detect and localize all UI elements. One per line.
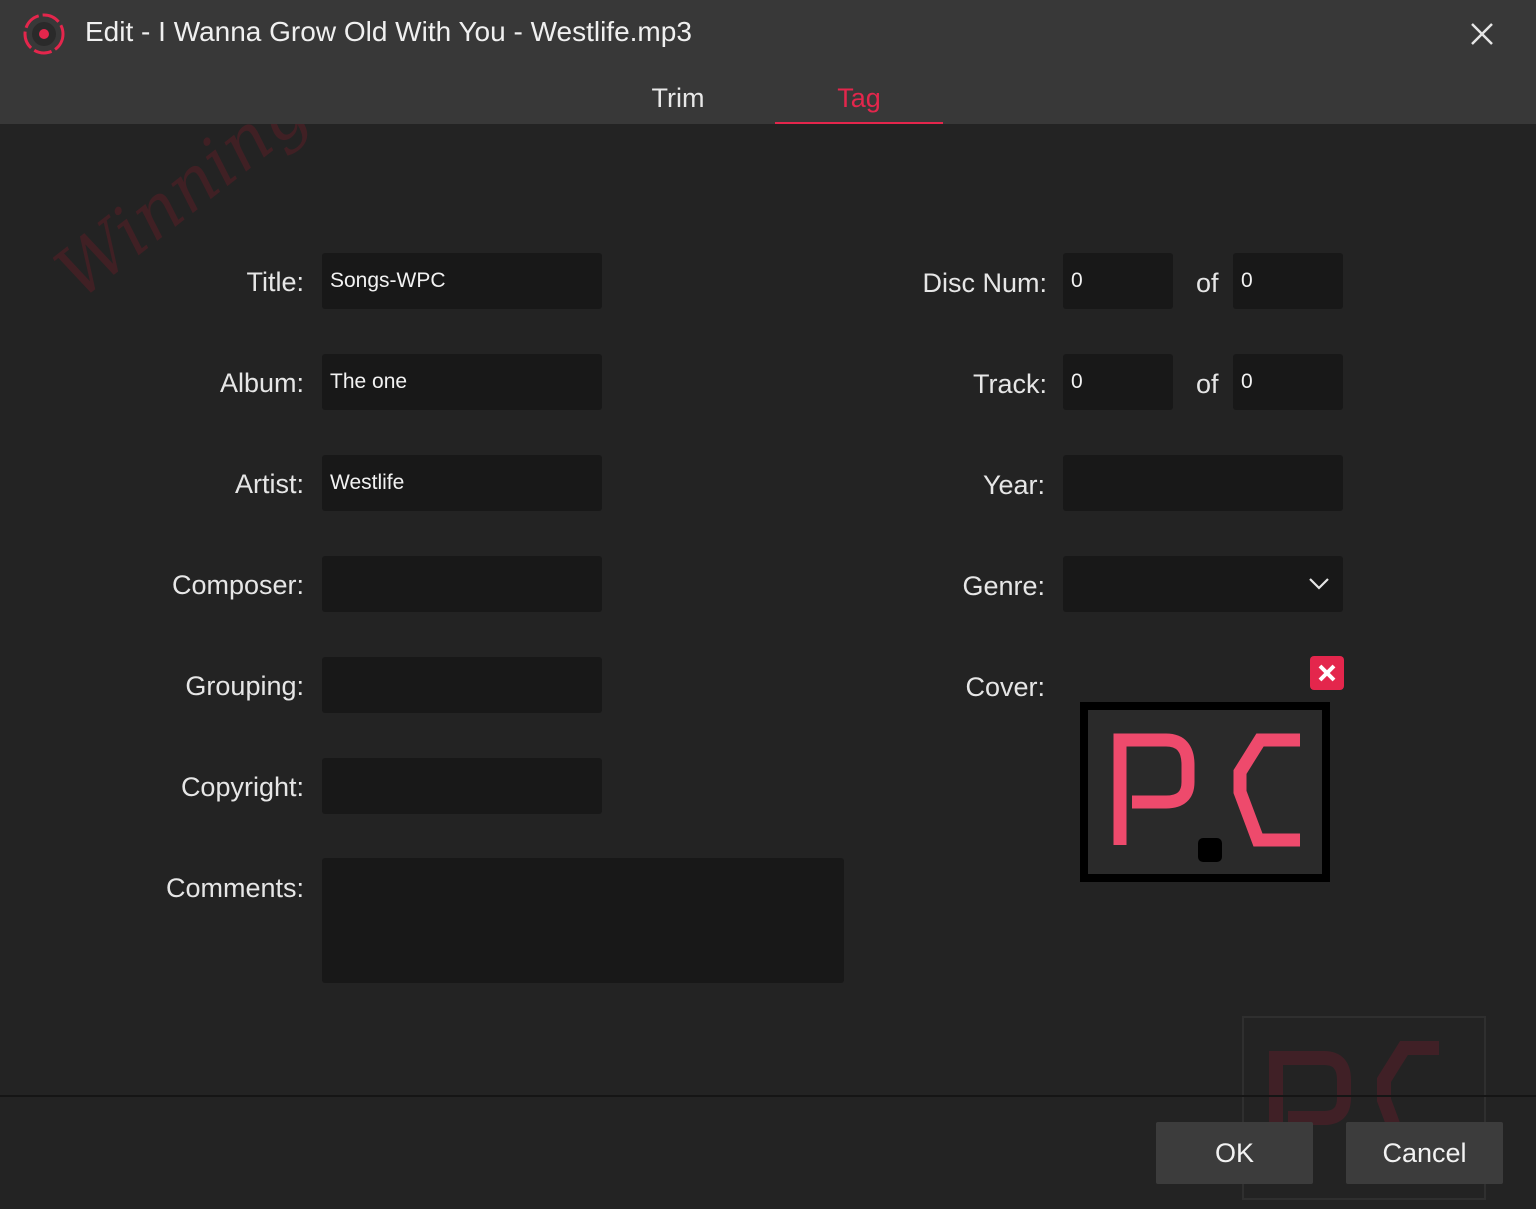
genre-select[interactable] <box>1063 556 1343 612</box>
title-bar: Edit - I Wanna Grow Old With You - Westl… <box>0 0 1536 68</box>
comments-label: Comments: <box>165 873 304 903</box>
disc-total-input[interactable]: 0 <box>1233 253 1343 309</box>
ok-button[interactable]: OK <box>1156 1122 1313 1184</box>
remove-cover-button[interactable] <box>1310 656 1344 690</box>
window-title: Edit - I Wanna Grow Old With You - Westl… <box>85 16 692 47</box>
title-label: Title: <box>246 267 304 297</box>
year-input[interactable] <box>1063 455 1343 511</box>
year-label: Year: <box>982 470 1045 500</box>
title-input[interactable]: Songs-WPC <box>322 253 602 309</box>
cover-label: Cover: <box>965 672 1045 702</box>
track-input[interactable]: 0 <box>1063 354 1173 410</box>
track-label: Track: <box>973 369 1047 399</box>
cover-image[interactable] <box>1080 702 1330 882</box>
album-label: Album: <box>219 368 304 398</box>
pc-logo-image <box>1113 733 1300 862</box>
disc-num-label: Disc Num: <box>922 268 1047 298</box>
grouping-label: Grouping: <box>185 671 304 701</box>
footer-divider <box>0 1095 1536 1097</box>
album-input[interactable]: The one <box>322 354 602 410</box>
copyright-input[interactable] <box>322 758 602 814</box>
tab-tag[interactable]: Tag <box>775 68 943 124</box>
disc-num-input[interactable]: 0 <box>1063 253 1173 309</box>
comments-textarea[interactable] <box>322 858 844 983</box>
composer-label: Composer: <box>171 570 304 600</box>
artist-input[interactable]: Westlife <box>322 455 602 511</box>
cover-art <box>1088 710 1322 874</box>
grouping-input[interactable] <box>322 657 602 713</box>
close-icon[interactable] <box>1464 16 1500 52</box>
track-of-label: of <box>1196 369 1219 399</box>
genre-label: Genre: <box>962 571 1045 601</box>
artist-label: Artist: <box>234 469 304 499</box>
chevron-down-icon <box>1309 578 1329 590</box>
copyright-label: Copyright: <box>180 772 304 802</box>
tab-trim[interactable]: Trim <box>594 68 762 124</box>
tab-bar: Trim Tag <box>0 68 1536 124</box>
cancel-button[interactable]: Cancel <box>1346 1122 1503 1184</box>
close-icon <box>1318 664 1336 682</box>
record-icon <box>23 13 65 55</box>
disc-of-label: of <box>1196 268 1219 298</box>
composer-input[interactable] <box>322 556 602 612</box>
track-total-input[interactable]: 0 <box>1233 354 1343 410</box>
